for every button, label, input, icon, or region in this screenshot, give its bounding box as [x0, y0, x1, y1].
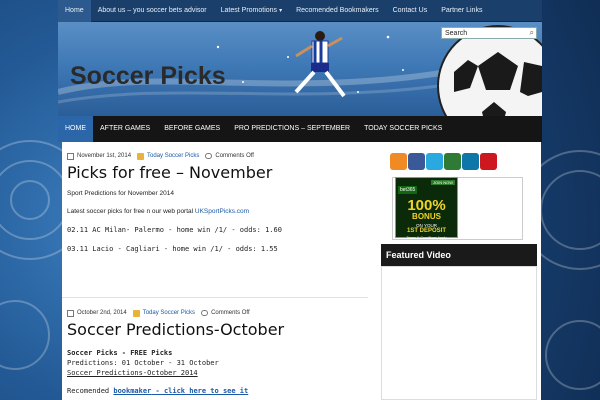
post-comments: Comments Off [211, 310, 250, 316]
search-input[interactable]: Search ⌕ [441, 27, 537, 39]
top-nav-about[interactable]: About us – you soccer bets advisor [91, 0, 214, 22]
top-nav-latest-promotions-label: Latest Promotions [220, 6, 278, 14]
banner-brand: bet365 [398, 186, 418, 194]
top-nav-partner-links[interactable]: Partner Links [434, 0, 489, 22]
banner-fine-print: Terms & Conditions Apply [406, 236, 447, 240]
main-nav-pro-predictions[interactable]: PRO PREDICTIONS – SEPTEMBER [227, 116, 357, 142]
recommended-line: Recomended bookmaker - click here to see… [67, 387, 373, 395]
main-nav-home[interactable]: HOME [58, 116, 93, 142]
calendar-icon [67, 152, 74, 160]
uksportpicks-link[interactable]: UKSportPicks.com [195, 208, 249, 215]
click-here-link[interactable]: - click here to see it [151, 387, 249, 395]
youtube-icon[interactable] [480, 153, 497, 170]
bet365-bonus-banner[interactable]: bet365 JOIN NOW 100% BONUS ON YOUR 1ST D… [395, 177, 458, 240]
banner-join-button[interactable]: JOIN NOW [431, 180, 455, 185]
main-nav-after-games[interactable]: AFTER GAMES [93, 116, 157, 142]
post-date: October 2nd, 2014 [77, 310, 127, 316]
calendar-icon [67, 309, 74, 317]
comment-icon [201, 310, 209, 316]
post-body-text: Latest soccer picks for free n our web p… [67, 208, 195, 215]
post-heading: Soccer Picks - FREE Picks [67, 349, 173, 357]
post-line-link[interactable]: Soccer Predictions-October 2014 [67, 369, 373, 377]
post-date: November 1st, 2014 [77, 153, 132, 159]
main-nav-before-games[interactable]: BEFORE GAMES [157, 116, 227, 142]
post-meta: November 1st, 2014 Today Soccer Picks Co… [67, 151, 373, 161]
top-navigation: Home About us – you soccer bets advisor … [58, 0, 542, 22]
search-icon[interactable]: ⌕ [530, 28, 534, 38]
pick-line: 02.11 AC Milan- Palermo - home win /1/ -… [67, 226, 282, 234]
search-placeholder: Search [445, 29, 468, 37]
banner-headline: 100% [407, 197, 446, 214]
top-nav-contact[interactable]: Contact Us [386, 0, 435, 22]
post-category-link[interactable]: Today Soccer Picks [147, 153, 199, 159]
google-plus-icon[interactable] [444, 153, 461, 170]
soccer-ball-icon [437, 25, 542, 116]
post-line: Predictions: 01 October - 31 October [67, 359, 219, 367]
featured-video-title: Featured Video [381, 244, 537, 266]
soccer-player-icon [294, 31, 346, 98]
linkedin-icon[interactable] [462, 153, 479, 170]
twitter-icon[interactable] [426, 153, 443, 170]
site-header: Soccer Picks Search ⌕ [58, 22, 542, 116]
post-comments: Comments Off [215, 153, 254, 159]
comment-icon [205, 153, 213, 159]
folder-icon [132, 309, 140, 317]
main-navigation: HOME AFTER GAMES BEFORE GAMES PRO PREDIC… [58, 116, 542, 142]
post-category-link[interactable]: Today Soccer Picks [143, 310, 195, 316]
top-nav-home[interactable]: Home [58, 0, 91, 22]
top-nav-latest-promotions[interactable]: Latest Promotions ▾ [214, 0, 289, 22]
post-title[interactable]: Soccer Predictions-October [67, 320, 373, 339]
rss-icon[interactable] [390, 153, 407, 170]
post-body: Latest soccer picks for free n our web p… [67, 208, 373, 215]
chevron-down-icon: ▾ [279, 7, 283, 14]
post-meta: October 2nd, 2014 Today Soccer Picks Com… [67, 308, 373, 318]
site-title[interactable]: Soccer Picks [70, 62, 226, 91]
top-nav-bookmakers[interactable]: Recomended Bookmakers [289, 0, 386, 22]
main-nav-today-picks[interactable]: TODAY SOCCER PICKS [357, 116, 449, 142]
bookmaker-link[interactable]: bookmaker [113, 387, 151, 395]
featured-video-box [381, 266, 537, 400]
facebook-icon[interactable] [408, 153, 425, 170]
post-october: October 2nd, 2014 Today Soccer Picks Com… [67, 308, 373, 395]
banner-line: BONUS [412, 212, 441, 221]
social-icons [390, 153, 497, 170]
post-divider [62, 297, 368, 298]
post-november: November 1st, 2014 Today Soccer Picks Co… [67, 151, 373, 253]
post-intro: Sport Predictions for November 2014 [67, 190, 174, 197]
folder-icon [137, 152, 145, 160]
post-title[interactable]: Picks for free – November [67, 163, 373, 182]
recommended-label: Recomended [67, 387, 114, 395]
pick-line: 03.11 Lacio - Cagliari - home win /1/ - … [67, 245, 278, 253]
banner-line: 1ST DEPOSIT [406, 228, 446, 234]
